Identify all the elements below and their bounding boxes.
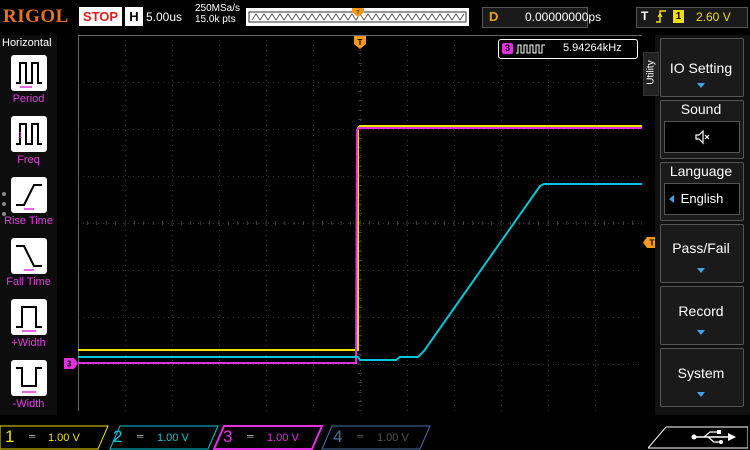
channel-4-scale[interactable]: 1.00 V — [377, 432, 409, 444]
rise-time-button[interactable] — [11, 177, 47, 213]
rise-time-icon — [16, 184, 42, 210]
channel-3-offset-marker[interactable]: 3 — [64, 358, 78, 369]
menu-scroll-indicator — [2, 192, 6, 196]
language-value-box: English — [664, 183, 740, 215]
brand-logo: RIGOL — [3, 6, 69, 27]
delay-label: D — [489, 9, 499, 24]
horizontal-menu-title: Horizontal — [2, 37, 52, 49]
delay-value: 0.00000000ps — [525, 10, 602, 24]
menu-scroll-indicator — [2, 202, 6, 206]
speaker-muted-icon — [695, 129, 710, 145]
system-label: System — [677, 365, 725, 381]
channel-4-number[interactable]: 4 — [333, 427, 342, 447]
acquisition-info: 250MSa/s 15.0k pts — [195, 3, 240, 25]
rising-edge-icon — [656, 10, 666, 23]
timebase-value[interactable]: 5.00us — [146, 10, 182, 24]
trigger-level-value: 2.60 V — [696, 10, 731, 24]
channel-3-coupling-icon: ═ — [247, 431, 254, 441]
trigger-label: T — [641, 9, 649, 23]
period-button[interactable] — [11, 55, 47, 91]
language-value: English — [680, 191, 724, 206]
rise-time-label: Rise Time — [4, 215, 53, 227]
positive-width-button[interactable] — [11, 299, 47, 335]
waveform-display[interactable] — [78, 35, 642, 411]
fall-time-label: Fall Time — [6, 276, 51, 288]
positive-width-label: +Width — [11, 337, 46, 349]
record-arrow-icon — [697, 330, 705, 335]
run-stop-button[interactable]: STOP — [79, 7, 122, 26]
sample-rate: 250MSa/s — [195, 3, 241, 14]
period-label: Period — [12, 93, 45, 105]
svg-text:3: 3 — [67, 360, 72, 369]
trigger-position-marker[interactable]: T — [354, 36, 366, 50]
channel-3-number[interactable]: 3 — [223, 427, 232, 447]
svg-text:T: T — [650, 239, 655, 248]
channel-1-number[interactable]: 1 — [5, 427, 14, 447]
fall-time-icon — [16, 245, 42, 271]
svg-text:1: 1 — [18, 131, 23, 140]
svg-text:T: T — [356, 10, 359, 16]
sound-value-box — [664, 121, 740, 153]
positive-width-icon — [16, 306, 42, 332]
svg-text:T: T — [358, 38, 363, 47]
measurement-channel-badge: 3 — [502, 43, 513, 54]
freq-icon: 1 — [16, 123, 42, 145]
freq-label: Freq — [17, 154, 40, 166]
pass-fail-label: Pass/Fail — [672, 240, 730, 256]
channel-3-scale[interactable]: 1.00 V — [267, 432, 299, 444]
pass-fail-arrow-icon — [697, 268, 705, 273]
square-wave-icon — [516, 44, 545, 54]
language-label: Language — [669, 163, 733, 179]
record-label: Record — [678, 303, 724, 319]
horizontal-label: H — [125, 7, 143, 26]
channel-1-coupling-icon: ═ — [29, 431, 36, 441]
channel-2-number[interactable]: 2 — [113, 427, 122, 447]
negative-width-icon — [16, 367, 42, 393]
sound-label: Sound — [680, 101, 722, 117]
negative-width-button[interactable] — [11, 360, 47, 396]
memory-navigation-bar[interactable]: T — [246, 8, 469, 26]
negative-width-label: -Width — [12, 398, 45, 410]
trigger-box[interactable] — [636, 7, 748, 28]
measurement-value: 5.94264kHz — [563, 42, 622, 54]
utility-tab-label: Utility — [645, 60, 657, 85]
fall-time-button[interactable] — [11, 238, 47, 274]
channel-1-scale[interactable]: 1.00 V — [48, 432, 80, 444]
memory-depth: 15.0k pts — [195, 14, 236, 25]
io-setting-label: IO Setting — [669, 60, 733, 76]
channel-2-scale[interactable]: 1.00 V — [157, 432, 189, 444]
io-setting-arrow-icon — [697, 83, 705, 88]
usb-icon — [691, 430, 736, 444]
freq-button[interactable]: 1 — [11, 116, 47, 152]
system-arrow-icon — [697, 392, 705, 397]
channel-4-coupling-icon: ═ — [357, 431, 364, 441]
frequency-measurement[interactable]: 3 5.94264kHz — [498, 39, 638, 59]
period-icon — [16, 62, 42, 88]
utility-tab[interactable]: Utility — [643, 52, 659, 96]
channel-2-coupling-icon: ═ — [137, 431, 144, 441]
trigger-source-badge: 1 — [673, 10, 684, 23]
